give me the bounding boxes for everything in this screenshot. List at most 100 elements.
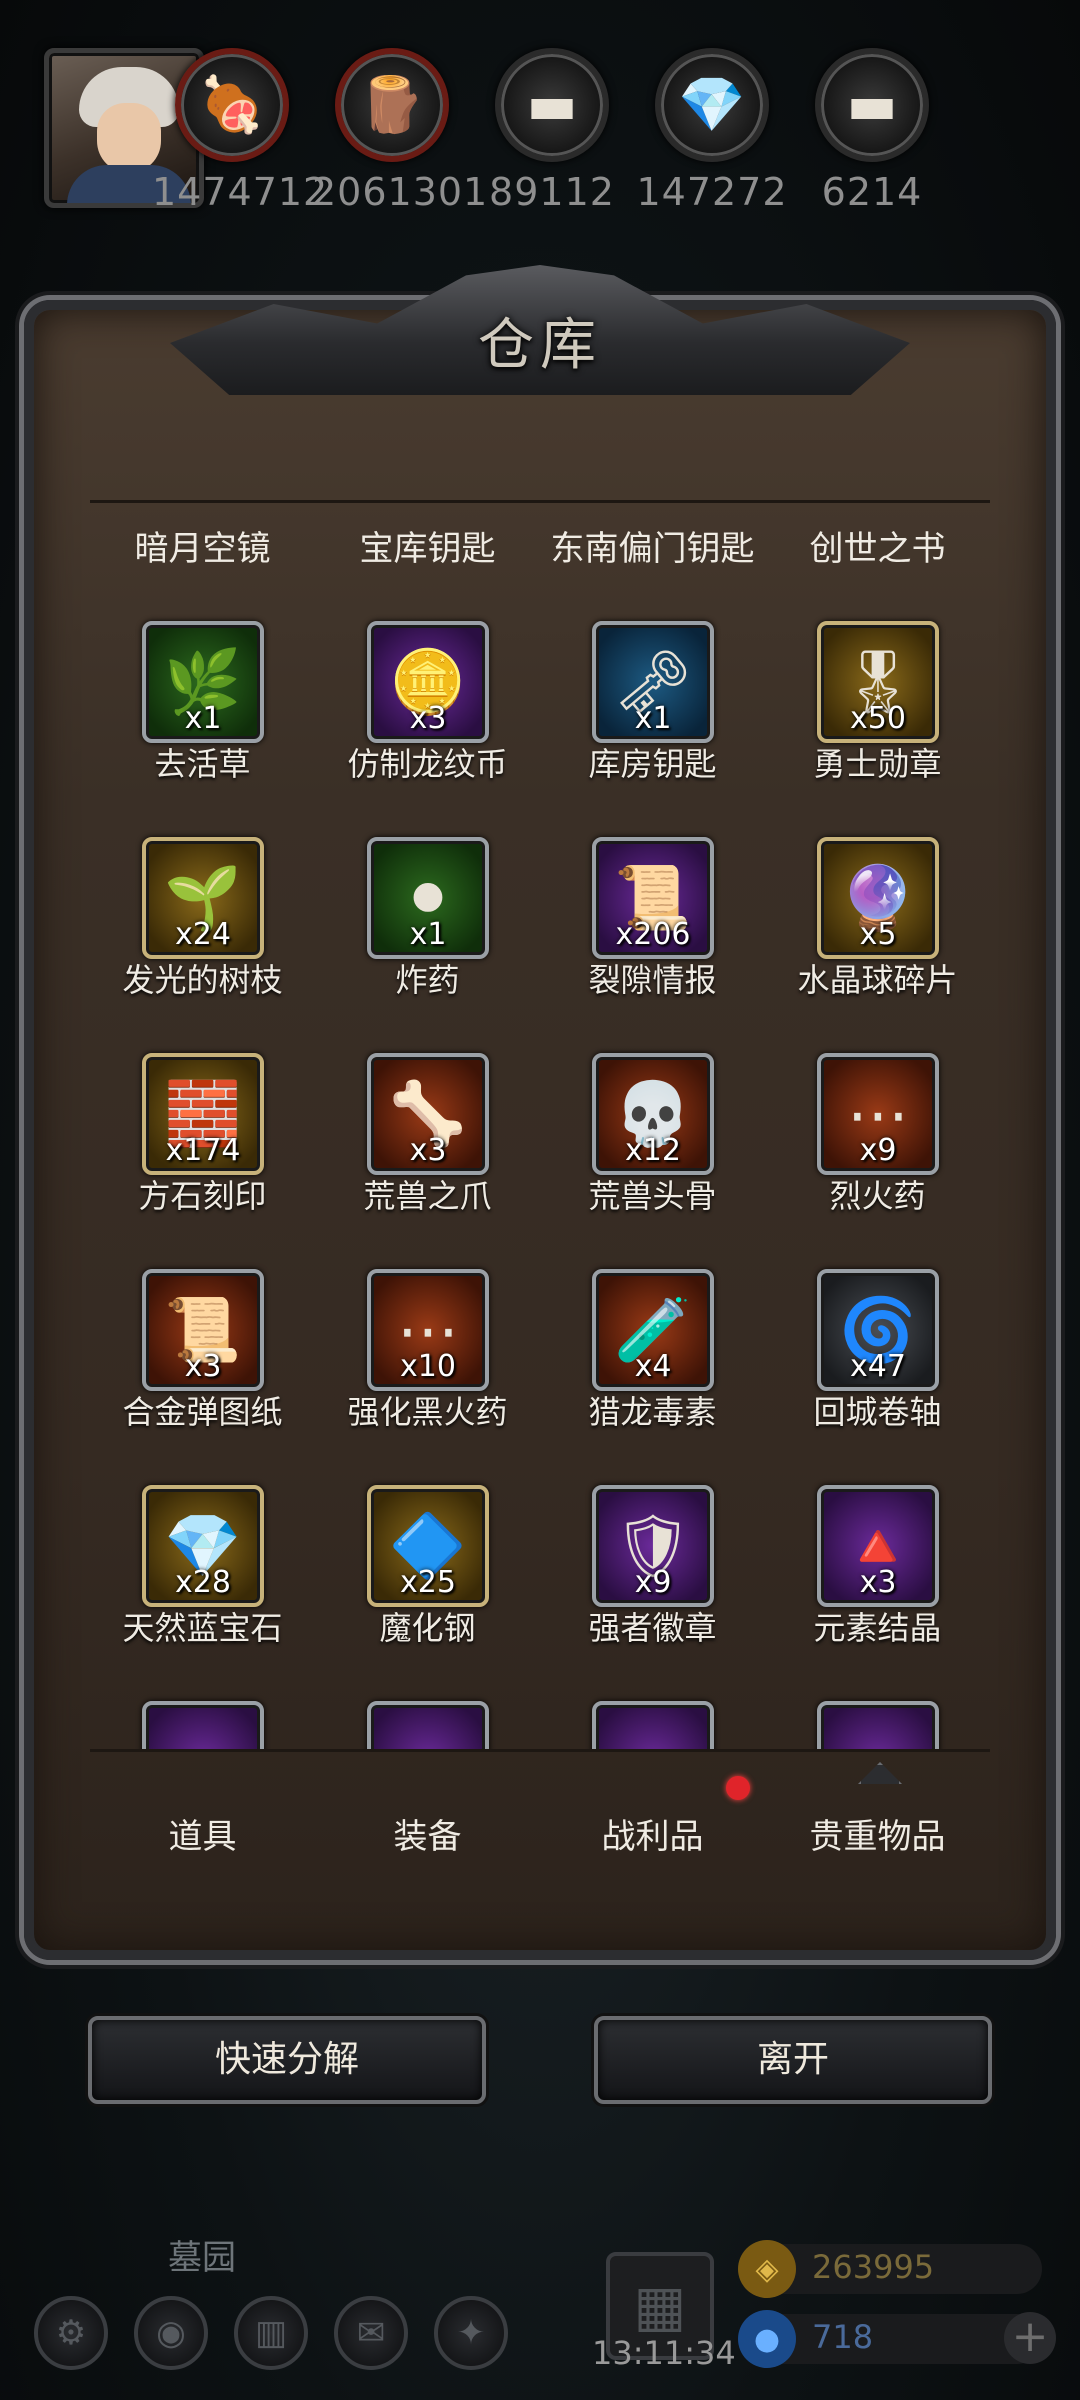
- item-name: 仿制龙纹币: [347, 745, 508, 783]
- item-cell[interactable]: 🧪 x4 猎龙毒素: [540, 1269, 765, 1469]
- item-count: x3: [409, 1133, 447, 1168]
- item-cell[interactable]: 🔮 x5 水晶球碎片: [765, 837, 990, 1037]
- item-name[interactable]: 暗月空镜: [90, 521, 315, 570]
- item-name: 勇士勋章: [813, 745, 942, 783]
- item-name: 强者徽章: [588, 1609, 717, 1647]
- clock: 13:11:34: [592, 2334, 736, 2372]
- item-count: x1: [634, 701, 672, 736]
- item-cell[interactable]: 🌀 x47 回城卷轴: [765, 1269, 990, 1469]
- resource-counter[interactable]: 💎 147272: [632, 48, 792, 214]
- mail-icon[interactable]: ✉: [334, 2296, 408, 2370]
- item-name[interactable]: 东南偏门钥匙: [540, 521, 765, 570]
- item-count: x47: [850, 1349, 906, 1384]
- wood-icon: 🪵: [335, 48, 449, 162]
- item-count: x1: [184, 701, 222, 736]
- gold-icon: ◈: [738, 2240, 796, 2298]
- item-name: 发光的树枝: [122, 961, 283, 999]
- resource-counter[interactable]: ▬ 89112: [472, 48, 632, 214]
- notification-dot: [726, 1776, 750, 1800]
- item-cell[interactable]: 🗝 x1 库房钥匙: [540, 621, 765, 821]
- item-cell[interactable]: [90, 1701, 315, 1749]
- item-cell[interactable]: 📜 x3 合金弹图纸: [90, 1269, 315, 1469]
- item-count: x5: [859, 917, 897, 952]
- item-count: x28: [175, 1565, 231, 1600]
- item-cell[interactable]: [540, 1701, 765, 1749]
- item-cell[interactable]: [315, 1701, 540, 1749]
- item-cell[interactable]: 🔷 x25 魔化钢: [315, 1485, 540, 1685]
- item-count: x3: [859, 1565, 897, 1600]
- item-icon[interactable]: [367, 1701, 489, 1749]
- meat-icon: 🍖: [175, 48, 289, 162]
- item-cell[interactable]: ⋯ x10 强化黑火药: [315, 1269, 540, 1469]
- gold-counter: ◈ 263995: [738, 2240, 1042, 2298]
- gem-counter: ● 718: [738, 2310, 1042, 2368]
- crystal-icon: 💎: [655, 48, 769, 162]
- item-cell[interactable]: 🎖 x50 勇士勋章: [765, 621, 990, 821]
- resource-value: 89112: [489, 170, 615, 214]
- item-icon[interactable]: [142, 1701, 264, 1749]
- item-cell[interactable]: 🔺 x3 元素结晶: [765, 1485, 990, 1685]
- add-currency-button[interactable]: +: [1004, 2312, 1056, 2364]
- leave-button[interactable]: 离开: [594, 2016, 992, 2104]
- item-cell[interactable]: ⚫ x1 炸药: [315, 837, 540, 1037]
- item-cell[interactable]: 🦴 x3 荒兽之爪: [315, 1053, 540, 1253]
- item-icon[interactable]: [592, 1701, 714, 1749]
- tab-items[interactable]: 道具: [90, 1772, 315, 1902]
- tab-valuables[interactable]: 贵重物品: [765, 1772, 990, 1902]
- map-icon[interactable]: ✦: [434, 2296, 508, 2370]
- item-count: x1: [409, 917, 447, 952]
- item-name: 去活草: [154, 745, 251, 783]
- item-icon[interactable]: [817, 1701, 939, 1749]
- category-tabs: 道具 装备 战利品 贵重物品: [90, 1772, 990, 1902]
- item-cell[interactable]: 📜 x206 裂隙情报: [540, 837, 765, 1037]
- iron-icon: ▬: [495, 48, 609, 162]
- item-name: 魔化钢: [379, 1609, 476, 1647]
- codex-icon[interactable]: ▥: [234, 2296, 308, 2370]
- item-count: x10: [400, 1349, 456, 1384]
- item-name: 猎龙毒素: [588, 1393, 717, 1431]
- item-count: x9: [634, 1565, 672, 1600]
- item-cell[interactable]: 🧱 x174 方石刻印: [90, 1053, 315, 1253]
- item-cell[interactable]: 🪙 x3 仿制龙纹币: [315, 621, 540, 821]
- resource-counter[interactable]: ▬ 6214: [792, 48, 952, 214]
- item-count: x174: [165, 1133, 241, 1168]
- item-count: x3: [409, 701, 447, 736]
- quick-decompose-button[interactable]: 快速分解: [88, 2016, 486, 2104]
- item-cell[interactable]: 🌿 x1 去活草: [90, 621, 315, 821]
- item-count: x3: [184, 1349, 222, 1384]
- settings-icon[interactable]: ⚙: [34, 2296, 108, 2370]
- item-count: x25: [400, 1565, 456, 1600]
- item-name[interactable]: 宝库钥匙: [315, 521, 540, 570]
- item-name: 回城卷轴: [813, 1393, 942, 1431]
- item-cell[interactable]: 💎 x28 天然蓝宝石: [90, 1485, 315, 1685]
- resource-value: 147272: [636, 170, 788, 214]
- item-name: 荒兽头骨: [588, 1177, 717, 1215]
- resource-counter[interactable]: 🪵 2061301: [312, 48, 489, 214]
- item-name: 方石刻印: [138, 1177, 267, 1215]
- steel-icon: ▬: [815, 48, 929, 162]
- resource-value: 2061301: [312, 170, 489, 214]
- item-name: 合金弹图纸: [122, 1393, 283, 1431]
- tab-equipment[interactable]: 装备: [315, 1772, 540, 1902]
- item-name: 荒兽之爪: [363, 1177, 492, 1215]
- item-grid[interactable]: 暗月空镜 宝库钥匙 东南偏门钥匙 创世之书 🌿 x1 去活草 🪙 x3 仿制龙纹币 🗝 x1 库…: [90, 500, 990, 1752]
- location-label: 墓园: [168, 2238, 236, 2278]
- item-count: x50: [850, 701, 906, 736]
- item-name: 炸药: [395, 961, 460, 999]
- partial-row: 暗月空镜 宝库钥匙 东南偏门钥匙 创世之书: [90, 521, 990, 571]
- resource-counter[interactable]: 🍖 1474712: [152, 48, 327, 214]
- item-name: 烈火药: [829, 1177, 926, 1215]
- item-cell[interactable]: [765, 1701, 990, 1749]
- resource-value: 6214: [821, 170, 923, 214]
- item-count: x4: [634, 1349, 672, 1384]
- resource-bar: 🍖 1474712 🪵 2061301 ▬ 89112 💎 147272 ▬ 6214: [0, 0, 1080, 220]
- item-cell[interactable]: 💀 x12 荒兽头骨: [540, 1053, 765, 1253]
- gem-icon: ●: [738, 2310, 796, 2368]
- item-cell[interactable]: ⋯ x9 烈火药: [765, 1053, 990, 1253]
- item-name: 库房钥匙: [588, 745, 717, 783]
- item-count: x206: [615, 917, 691, 952]
- item-cell[interactable]: 🌱 x24 发光的树枝: [90, 837, 315, 1037]
- hero-icon[interactable]: ◉: [134, 2296, 208, 2370]
- item-cell[interactable]: 🛡 x9 强者徽章: [540, 1485, 765, 1685]
- item-name[interactable]: 创世之书: [765, 521, 990, 570]
